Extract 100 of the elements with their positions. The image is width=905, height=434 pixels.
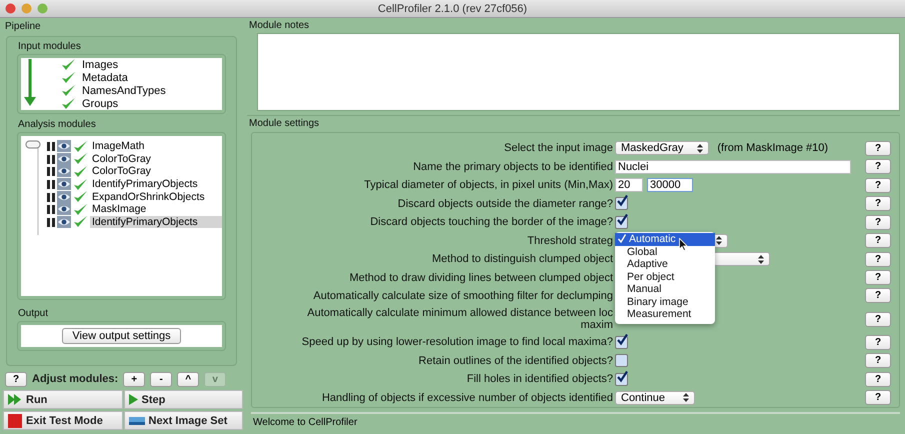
setting-label: Method to draw dividing lines between clumped object [348, 272, 614, 284]
menu-item[interactable]: Automatic [615, 233, 715, 246]
pause-icon[interactable] [47, 204, 55, 214]
section-label: Module notes [248, 20, 310, 32]
exit-test-mode-button[interactable]: Exit Test Mode [3, 411, 122, 430]
input-field[interactable]: Nuclei [615, 160, 851, 174]
eye-icon[interactable] [57, 216, 71, 228]
checkbox[interactable] [615, 216, 628, 229]
checkbox[interactable] [615, 354, 628, 368]
section-label: Analysis modules [17, 119, 97, 132]
module-item[interactable]: ColorToGray [90, 165, 222, 178]
help-button[interactable]: ? [865, 233, 891, 248]
status-text: Welcome to CellProfiler [253, 417, 358, 428]
checkbox[interactable] [615, 197, 628, 210]
play-icon [8, 394, 22, 405]
eye-icon[interactable] [57, 203, 71, 216]
source-note: (from MaskImage #10) [717, 142, 828, 154]
menu-item[interactable]: Manual [615, 283, 715, 296]
checkbox[interactable] [615, 372, 628, 386]
help-button[interactable]: ? [865, 252, 891, 267]
setting-label: Method to distinguish clumped object [431, 253, 614, 266]
adjust-modules-label: Adjust modules: [32, 373, 118, 385]
help-button[interactable]: ? [865, 270, 891, 286]
module-item[interactable]: IdentifyPrimaryObjects [90, 178, 222, 190]
module-item[interactable]: MaskImage [90, 203, 222, 216]
pause-icon[interactable] [47, 141, 55, 152]
menu-item[interactable]: Measurement [615, 308, 715, 321]
pause-icon[interactable] [47, 154, 55, 164]
move-up-button[interactable]: ^ [177, 372, 200, 386]
section-label: Module settings [248, 118, 320, 130]
help-button[interactable]: ? [865, 214, 891, 230]
cursor-icon [679, 238, 688, 252]
pause-icon[interactable] [47, 216, 55, 227]
step-button[interactable]: Step [124, 390, 243, 409]
module-item[interactable]: NamesAndTypes [82, 84, 166, 96]
module-item[interactable]: Groups [82, 98, 118, 110]
setting-label: Select the input image [503, 142, 614, 154]
pipeline-label: Pipeline [4, 21, 42, 34]
help-button[interactable]: ? [865, 353, 891, 368]
module-item[interactable]: ImageMath [90, 140, 222, 152]
help-button[interactable]: ? [865, 334, 891, 350]
notes-field[interactable] [257, 33, 900, 111]
setting-label: Threshold strateg [526, 234, 614, 247]
pause-icon[interactable] [47, 192, 55, 202]
eye-icon[interactable] [57, 140, 71, 152]
next-image-set-button[interactable]: Next Image Set [124, 411, 243, 430]
setting-label: Name the primary objects to be identified [412, 160, 614, 173]
help-button[interactable]: ? [5, 372, 27, 386]
help-button[interactable]: ? [865, 312, 891, 327]
module-item[interactable]: ColorToGray [90, 152, 222, 165]
section-label: Output [17, 308, 50, 321]
help-button[interactable]: ? [865, 288, 891, 304]
module-item[interactable]: ExpandOrShrinkObjects [90, 190, 222, 203]
help-button[interactable]: ? [865, 159, 891, 174]
stepper-icon [697, 144, 704, 153]
remove-button[interactable]: - [150, 372, 172, 386]
view-output-settings-button[interactable]: View output settings [62, 328, 181, 344]
menu-item[interactable]: Global [615, 246, 715, 258]
down-arrow-icon [24, 59, 36, 107]
module-item[interactable]: Metadata [82, 72, 128, 84]
pause-icon[interactable] [47, 166, 55, 176]
menu-item[interactable]: Binary image [615, 296, 715, 308]
run-button[interactable]: Run [3, 390, 122, 409]
help-button[interactable]: ? [865, 390, 891, 406]
image-icon [128, 416, 144, 424]
section-label: Input modules [17, 41, 82, 54]
eye-icon[interactable] [57, 152, 71, 165]
checkbox[interactable] [615, 336, 628, 349]
setting-label: Speed up by using lower-resolution image to find local maxima? [300, 336, 614, 348]
dropdown[interactable]: MaskedGray [615, 141, 710, 156]
help-button[interactable]: ? [865, 178, 891, 193]
menu-item[interactable]: Adaptive [615, 258, 715, 271]
help-button[interactable]: ? [865, 196, 891, 212]
input-field[interactable]: 30000 [647, 178, 693, 192]
close-icon[interactable] [5, 3, 16, 14]
menu-item[interactable]: Per object [615, 270, 715, 284]
help-button[interactable]: ? [865, 372, 891, 387]
eye-icon[interactable] [57, 190, 71, 203]
slider-handle-icon[interactable] [25, 140, 41, 235]
pause-icon[interactable] [47, 179, 55, 190]
module-item[interactable]: Images [82, 58, 118, 70]
input-field[interactable]: 20 [615, 178, 643, 192]
eye-icon[interactable] [57, 178, 71, 190]
setting-label: Retain outlines of the identified objects? [418, 354, 614, 367]
dropdown[interactable]: Continue [615, 390, 695, 405]
setting-label: Discard objects outside the diameter range? [396, 198, 614, 210]
play-icon [128, 394, 138, 405]
eye-icon[interactable] [57, 165, 71, 178]
setting-label: Automatically calculate minimum allowed distance between loc maxim [306, 307, 614, 332]
setting-label: Handling of objects if excessive number of objects identified [320, 392, 614, 404]
setting-label: Automatically calculate size of smoothing filter for declumping [312, 290, 614, 302]
stepper-icon [683, 393, 689, 402]
module-item[interactable]: IdentifyPrimaryObjects [90, 216, 222, 228]
setting-label: Fill holes in identified objects? [466, 373, 614, 386]
stepper-icon [758, 254, 764, 264]
help-button[interactable]: ? [865, 140, 891, 156]
stop-icon [8, 414, 22, 428]
window-title: CellProfiler 2.1.0 (rev 27cf056) [378, 2, 528, 14]
add-button[interactable]: + [123, 372, 146, 386]
setting-label: Discard objects touching the border of the image? [369, 216, 614, 228]
